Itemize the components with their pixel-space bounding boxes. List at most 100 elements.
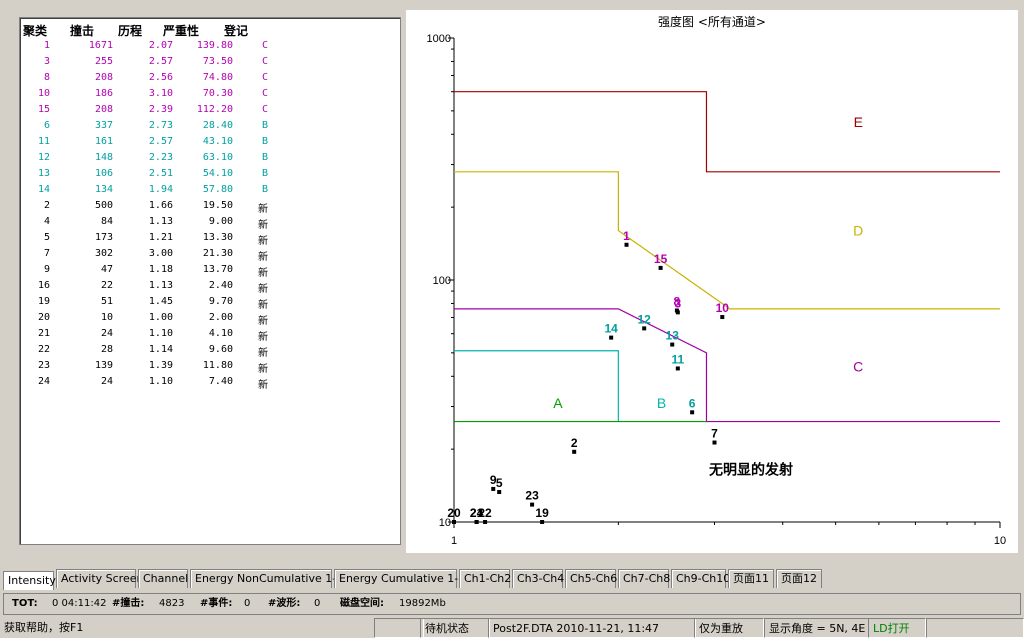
table-row[interactable]: 7 302 3.00 21.30 新 xyxy=(20,246,400,263)
cell-severity: 112.20 xyxy=(196,104,233,115)
data-label-14: 14 xyxy=(604,322,618,336)
tab-ch5-ch6[interactable]: Ch5-Ch6 xyxy=(565,569,617,588)
hits-label: #撞击: xyxy=(112,598,145,609)
tot-label: TOT: xyxy=(12,598,38,609)
data-label-22: 22 xyxy=(478,506,492,520)
table-row[interactable]: 9 47 1.18 13.70 新 xyxy=(20,262,400,279)
data-label-10: 10 xyxy=(716,301,730,315)
region-label-a: A xyxy=(553,395,563,411)
table-row[interactable]: 11 161 2.57 43.10 B xyxy=(20,134,400,150)
tab-页面11[interactable]: 页面11 xyxy=(728,569,774,588)
cell-severity: 9.60 xyxy=(208,344,233,355)
cell-severity: 63.10 xyxy=(202,152,233,163)
col-header-severity: 严重性 xyxy=(163,24,200,38)
tab-activity-screen[interactable]: Activity Screen xyxy=(56,569,143,588)
cell-cluster: 15 xyxy=(37,104,50,115)
table-row[interactable]: 2 500 1.66 19.50 新 xyxy=(20,198,400,215)
table-row[interactable]: 10 186 3.10 70.30 C xyxy=(20,86,400,102)
data-point-15 xyxy=(658,265,663,270)
cell-hits: 28 xyxy=(100,344,113,355)
cell-cluster: 13 xyxy=(37,168,50,179)
tab-ch9-ch10[interactable]: Ch9-Ch10 xyxy=(671,569,730,588)
chart-annotation: 无明显的发射 xyxy=(708,461,793,478)
data-point-13 xyxy=(670,342,675,347)
cell-cluster: 3 xyxy=(43,56,50,67)
cell-hits: 24 xyxy=(100,328,113,339)
table-row[interactable]: 21 24 1.10 4.10 新 xyxy=(20,326,400,343)
cell-hits: 10 xyxy=(100,312,113,323)
table-row[interactable]: 4 84 1.13 9.00 新 xyxy=(20,214,400,231)
cell-hits: 208 xyxy=(94,104,113,115)
data-label-6: 6 xyxy=(689,396,696,410)
cell-history: 1.45 xyxy=(148,296,173,307)
cell-cluster: 4 xyxy=(43,216,50,227)
cell-hits: 302 xyxy=(94,248,113,259)
cell-grade: 新 xyxy=(258,300,268,311)
cell-grade: C xyxy=(261,40,268,51)
cell-history: 2.07 xyxy=(148,40,173,51)
status-replay: 仅为重放 xyxy=(694,618,764,638)
cell-history: 1.21 xyxy=(148,232,173,243)
data-label-15: 15 xyxy=(654,252,668,266)
table-row[interactable]: 16 22 1.13 2.40 新 xyxy=(20,278,400,295)
status-ld: LD打开 xyxy=(868,618,926,638)
data-label-12: 12 xyxy=(637,312,651,326)
table-row[interactable]: 19 51 1.45 9.70 新 xyxy=(20,294,400,311)
table-row[interactable]: 14 134 1.94 57.80 B xyxy=(20,182,400,198)
cell-hits: 139 xyxy=(94,360,113,371)
table-row[interactable]: 6 337 2.73 28.40 B xyxy=(20,118,400,134)
table-row[interactable]: 12 148 2.23 63.10 B xyxy=(20,150,400,166)
data-point-9 xyxy=(491,486,496,491)
tab-intensity[interactable]: Intensity xyxy=(3,571,56,590)
table-row[interactable]: 8 208 2.56 74.80 C xyxy=(20,70,400,86)
cluster-table-panel[interactable]: 聚类 撞击 历程 严重性 登记 1 1671 2.07 139.80 C 3 255 2.57… xyxy=(19,17,401,545)
data-point-6 xyxy=(690,410,695,415)
cell-hits: 47 xyxy=(100,264,113,275)
cell-grade: B xyxy=(261,136,268,147)
cell-hits: 84 xyxy=(100,216,113,227)
data-point-22 xyxy=(483,520,488,524)
cell-grade: 新 xyxy=(258,268,268,279)
cell-cluster: 21 xyxy=(37,328,50,339)
tab-energy-noncumulative-1-20[interactable]: Energy NonCumulative 1-20 xyxy=(190,569,350,588)
cell-severity: 11.80 xyxy=(202,360,233,371)
data-point-1 xyxy=(624,242,629,247)
cell-cluster: 16 xyxy=(37,280,50,291)
table-row[interactable]: 5 173 1.21 13.30 新 xyxy=(20,230,400,247)
cell-grade: 新 xyxy=(258,364,268,375)
cell-grade: 新 xyxy=(258,236,268,247)
table-row[interactable]: 15 208 2.39 112.20 C xyxy=(20,102,400,118)
events-label: #事件: xyxy=(200,598,233,609)
cell-cluster: 5 xyxy=(43,232,50,243)
cell-hits: 51 xyxy=(100,296,113,307)
cell-severity: 19.50 xyxy=(202,200,233,211)
table-row[interactable]: 20 10 1.00 2.00 新 xyxy=(20,310,400,327)
table-row[interactable]: 13 106 2.51 54.10 B xyxy=(20,166,400,182)
data-point-23 xyxy=(530,502,535,507)
table-row[interactable]: 23 139 1.39 11.80 新 xyxy=(20,358,400,375)
cell-cluster: 11 xyxy=(37,136,50,147)
status-empty-2 xyxy=(926,618,1024,638)
tab-页面12[interactable]: 页面12 xyxy=(776,569,822,588)
data-point-20 xyxy=(452,520,456,524)
events-value: 0 xyxy=(244,598,251,609)
cell-history: 3.10 xyxy=(148,88,173,99)
tab-ch3-ch4[interactable]: Ch3-Ch4 xyxy=(512,569,564,588)
table-row[interactable]: 22 28 1.14 9.60 新 xyxy=(20,342,400,359)
data-point-19 xyxy=(540,520,545,524)
cell-severity: 2.00 xyxy=(208,312,233,323)
table-row[interactable]: 1 1671 2.07 139.80 C xyxy=(20,38,400,54)
tab-ch1-ch2[interactable]: Ch1-Ch2 xyxy=(459,569,511,588)
table-row[interactable]: 24 24 1.10 7.40 新 xyxy=(20,374,400,391)
cell-history: 2.56 xyxy=(148,72,173,83)
tab-channel[interactable]: Channel xyxy=(138,569,188,588)
waves-value: 0 xyxy=(314,598,321,609)
tab-ch7-ch8[interactable]: Ch7-Ch8 xyxy=(618,569,670,588)
table-row[interactable]: 3 255 2.57 73.50 C xyxy=(20,54,400,70)
data-label-20: 20 xyxy=(447,506,461,520)
region-boundary-c xyxy=(454,308,1000,423)
tab-energy-cumulative-1-20[interactable]: Energy Cumulative 1-20 xyxy=(334,569,472,588)
cell-grade: 新 xyxy=(258,252,268,263)
cell-grade: 新 xyxy=(258,220,268,231)
x-tick-label: 10 xyxy=(994,535,1006,547)
